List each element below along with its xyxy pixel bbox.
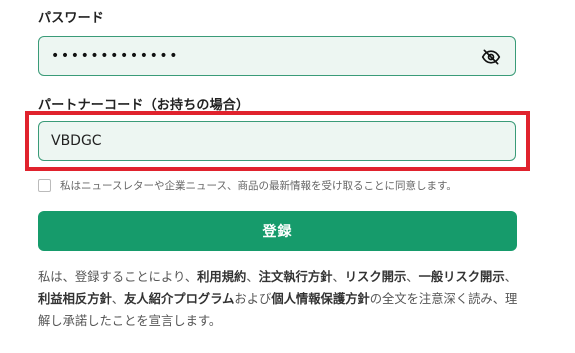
password-label: パスワード <box>38 11 105 26</box>
terms-link-general-risk-disclosure[interactable]: 一般リスク開示 <box>419 270 505 284</box>
terms-declaration: 私は、登録することにより、利用規約、注文執行方針、リスク開示、一般リスク開示、利… <box>38 266 528 332</box>
terms-separator: 、 <box>246 270 259 284</box>
terms-link-conflict-of-interest-policy[interactable]: 利益相反方針 <box>38 292 112 306</box>
eye-off-icon[interactable] <box>481 47 501 67</box>
consent-checkbox[interactable] <box>38 179 51 192</box>
terms-separator: 、 <box>504 270 517 284</box>
register-button[interactable]: 登録 <box>38 211 517 251</box>
terms-link-privacy-policy[interactable]: 個人情報保護方針 <box>271 292 369 306</box>
terms-separator: 、 <box>111 292 125 306</box>
terms-link-terms-of-use[interactable]: 利用規約 <box>197 270 246 284</box>
terms-separator: 、 <box>332 270 345 284</box>
terms-separator: 、 <box>406 270 419 284</box>
password-field[interactable]: ••••••••••••• <box>38 36 516 76</box>
partner-code-value: VBDGC <box>51 133 102 149</box>
partner-code-field[interactable]: VBDGC <box>38 121 516 161</box>
terms-link-risk-disclosure[interactable]: リスク開示 <box>345 270 407 284</box>
terms-link-order-execution-policy[interactable]: 注文執行方針 <box>259 270 333 284</box>
consent-text: 私はニュースレターや企業ニュース、商品の最新情報を受け取ることに同意します。 <box>60 180 457 192</box>
terms-conjunction: および <box>234 292 272 306</box>
terms-link-referral-program[interactable]: 友人紹介プログラム <box>124 292 234 306</box>
password-value: ••••••••••••• <box>51 48 180 64</box>
terms-prefix: 私は、登録することにより、 <box>38 270 198 284</box>
newsletter-consent[interactable]: 私はニュースレターや企業ニュース、商品の最新情報を受け取ることに同意します。 <box>38 178 457 193</box>
